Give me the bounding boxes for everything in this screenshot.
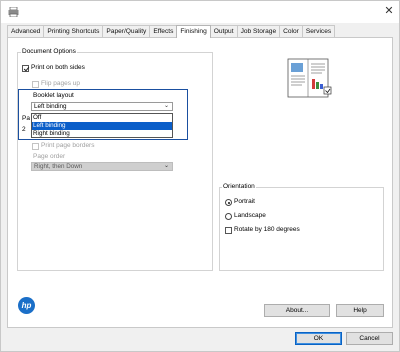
pages-per-sheet-value: 2 (22, 126, 26, 133)
tab-color[interactable]: Color (279, 25, 303, 37)
hp-logo-text: hp (21, 301, 32, 310)
tab-advanced[interactable]: Advanced (7, 25, 45, 37)
ok-button[interactable]: OK (295, 332, 342, 345)
portrait-label: Portrait (234, 198, 255, 205)
flip-pages-up-label: Flip pages up (41, 80, 81, 87)
chevron-down-icon: ⌄ (163, 103, 169, 109)
tab-job-storage[interactable]: Job Storage (236, 25, 281, 37)
pages-per-sheet-label: Pa (22, 115, 30, 122)
dropdown-option-off[interactable]: Off (32, 114, 172, 122)
printer-icon (8, 7, 19, 17)
dropdown-option-right-binding[interactable]: Right binding (32, 130, 172, 138)
about-button[interactable]: About... (264, 304, 330, 317)
printer-properties-dialog: ✕ Advanced Printing Shortcuts Paper/Qual… (0, 0, 400, 352)
page-order-value: Right, then Down (34, 163, 83, 170)
rotate-180-label: Rotate by 180 degrees (234, 226, 300, 233)
tab-effects[interactable]: Effects (149, 25, 178, 37)
tab-finishing[interactable]: Finishing (176, 25, 211, 38)
booklet-layout-value: Left binding (34, 103, 67, 110)
cancel-button[interactable]: Cancel (346, 332, 393, 345)
print-page-borders-label: Print page borders (41, 142, 95, 149)
booklet-preview-image (287, 58, 332, 98)
tab-printing-shortcuts[interactable]: Printing Shortcuts (43, 25, 104, 37)
flip-pages-up-checkbox (32, 81, 39, 88)
landscape-label: Landscape (234, 212, 266, 219)
landscape-radio[interactable] (225, 213, 232, 220)
print-page-borders-checkbox (32, 143, 39, 150)
document-options-title: Document Options (21, 48, 77, 56)
page-order-select: Right, then Down ⌄ (31, 162, 173, 171)
portrait-radio[interactable] (225, 199, 232, 206)
orientation-title: Orientation (222, 183, 256, 191)
booklet-layout-select[interactable]: Left binding ⌄ (31, 102, 173, 111)
tab-bar: Advanced Printing Shortcuts Paper/Qualit… (7, 25, 336, 38)
hp-logo: hp (18, 297, 35, 314)
print-both-sides-label: Print on both sides (31, 64, 85, 71)
booklet-layout-dropdown[interactable]: Off Left binding Right binding (31, 113, 173, 138)
dropdown-option-left-binding[interactable]: Left binding (32, 122, 172, 130)
booklet-layout-label: Booklet layout (33, 92, 74, 99)
rotate-180-checkbox[interactable] (225, 227, 232, 234)
tab-services[interactable]: Services (301, 25, 336, 37)
tab-paper-quality[interactable]: Paper/Quality (102, 25, 151, 37)
title-bar: ✕ (1, 1, 399, 23)
close-icon[interactable]: ✕ (382, 4, 396, 18)
print-both-sides-checkbox[interactable] (22, 65, 29, 72)
tab-output[interactable]: Output (209, 25, 238, 37)
chevron-down-icon: ⌄ (163, 163, 169, 169)
page-order-label: Page order (33, 153, 66, 160)
help-button[interactable]: Help (336, 304, 384, 317)
